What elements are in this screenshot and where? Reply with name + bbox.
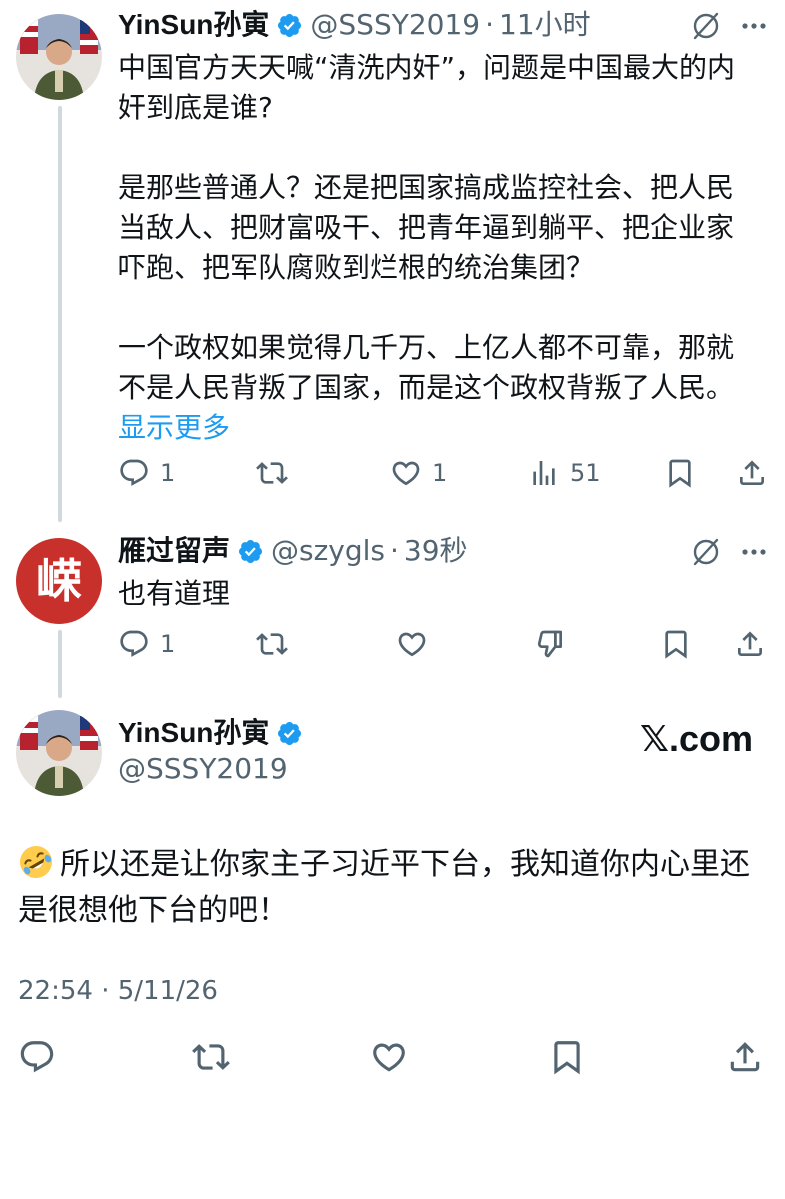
verified-badge-icon: [276, 720, 303, 747]
handle[interactable]: @szygls: [271, 534, 385, 568]
bookmark-icon: [669, 459, 691, 488]
reply-icon: [20, 1041, 54, 1073]
retweet-icon: [192, 1044, 230, 1070]
retweet-icon: [256, 462, 288, 484]
avatar[interactable]: 嵘: [16, 538, 102, 624]
heart-icon: [373, 1043, 405, 1072]
verified-badge-icon: [276, 12, 303, 39]
like-count: 1: [432, 459, 448, 487]
share-icon: [730, 1042, 760, 1072]
brand-wordmark: 𝕏.com: [640, 718, 754, 759]
bookmark-button[interactable]: [548, 1038, 586, 1076]
handle[interactable]: @SSSY2019: [310, 8, 480, 42]
more-icon[interactable]: [738, 536, 770, 568]
display-name[interactable]: YinSun孙寅: [118, 716, 269, 750]
tweet-paragraph: 是那些普通人？还是把国家搞成监控社会、把人民当敌人、把财富吸干、把青年逼到躺平、…: [118, 171, 735, 284]
timestamp[interactable]: 22:54 · 5/11/26: [18, 976, 218, 1006]
tweet-body: 中国官方天天喊“清洗内奸”，问题是中国最大的内奸到底是谁? 是那些普通人？还是把…: [118, 48, 738, 448]
heart-icon: [398, 632, 426, 657]
tweet-header: 雁过留声 @szygls · 39秒: [118, 534, 468, 568]
bookmark-icon: [554, 1041, 580, 1075]
like-button[interactable]: [396, 628, 428, 660]
reply-button[interactable]: 1: [118, 628, 175, 660]
share-icon: [740, 460, 764, 485]
views-button[interactable]: 51: [528, 457, 601, 489]
like-button[interactable]: 1: [390, 457, 447, 489]
thumbs-down-icon: [537, 630, 562, 658]
timestamp[interactable]: 39秒: [404, 534, 468, 568]
share-button[interactable]: [736, 457, 768, 489]
main-tweet-body: 所以还是让你家主子习近平下台，我知道你内心里还是很想他下台的吧！: [18, 842, 773, 934]
heart-icon: [392, 461, 420, 486]
avatar[interactable]: [16, 14, 102, 100]
avatar-glyph: 嵘: [36, 554, 82, 608]
reply-icon: [120, 630, 148, 657]
grok-slash-icon[interactable]: [690, 10, 722, 42]
reply-icon: [120, 459, 148, 486]
reply-button[interactable]: [18, 1038, 56, 1076]
verified-badge-icon: [237, 538, 264, 565]
more-icon[interactable]: [738, 10, 770, 42]
separator: ·: [390, 534, 399, 567]
separator: ·: [485, 8, 494, 41]
views-count: 51: [570, 459, 601, 487]
thread-connector: [58, 106, 62, 522]
retweet-button[interactable]: [256, 628, 288, 660]
tweet-header: YinSun孙寅: [118, 716, 310, 750]
tweet-body: 也有道理: [118, 577, 231, 610]
main-tweet-text: 所以还是让你家主子习近平下台，我知道你内心里还是很想他下台的吧！: [18, 847, 750, 928]
share-button[interactable]: [726, 1038, 764, 1076]
bookmark-button[interactable]: [664, 457, 696, 489]
reply-count: 1: [160, 459, 176, 487]
display-name[interactable]: YinSun孙寅: [118, 8, 269, 42]
retweet-button[interactable]: [192, 1038, 230, 1076]
retweet-button[interactable]: [256, 457, 288, 489]
views-icon: [533, 461, 555, 485]
avatar[interactable]: [16, 710, 102, 796]
tweet-paragraph: 一个政权如果觉得几千万、上亿人都不可靠，那就不是人民背叛了国家，而是这个政权背叛…: [118, 328, 738, 448]
reply-count: 1: [160, 630, 176, 658]
share-button[interactable]: [734, 628, 766, 660]
bookmark-icon: [665, 630, 687, 659]
grok-slash-icon[interactable]: [690, 536, 722, 568]
bookmark-button[interactable]: [660, 628, 692, 660]
tweet-paragraph: 中国官方天天喊“清洗内奸”，问题是中国最大的内奸到底是谁?: [118, 51, 736, 124]
display-name[interactable]: 雁过留声: [118, 534, 230, 568]
dislike-button[interactable]: [534, 628, 566, 660]
share-icon: [738, 631, 762, 656]
retweet-icon: [256, 633, 288, 655]
reply-button[interactable]: 1: [118, 457, 175, 489]
handle[interactable]: @SSSY2019: [118, 752, 288, 786]
tweet-paragraph-text: 一个政权如果觉得几千万、上亿人都不可靠，那就不是人民背叛了国家，而是这个政权背叛…: [118, 331, 735, 404]
rolling-laughing-emoji-icon: [18, 844, 54, 880]
thread-connector: [58, 630, 62, 698]
timestamp[interactable]: 11小时: [499, 8, 591, 42]
handle-row: @SSSY2019: [118, 752, 288, 786]
like-button[interactable]: [370, 1038, 408, 1076]
show-more-link[interactable]: 显示更多: [118, 411, 230, 444]
tweet-header: YinSun孙寅 @SSSY2019 · 11小时: [118, 8, 591, 42]
